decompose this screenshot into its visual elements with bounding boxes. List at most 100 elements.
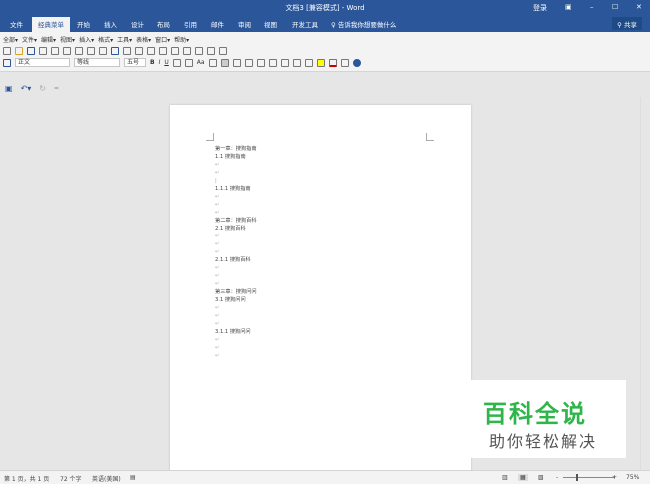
char-shading-icon[interactable]: [184, 58, 193, 67]
paragraph-mark[interactable]: ↵: [215, 240, 219, 248]
zoom-in-button[interactable]: +: [612, 474, 617, 481]
paragraph-mark[interactable]: ↵: [215, 201, 219, 209]
line-spacing-icon[interactable]: [256, 58, 265, 67]
shapes-icon[interactable]: [207, 46, 215, 55]
zoom-icon[interactable]: [183, 46, 191, 55]
document-line[interactable]: 1.1.1 搜狗指南: [215, 185, 251, 193]
save-icon[interactable]: [27, 46, 35, 55]
spelling-icon[interactable]: [63, 46, 71, 55]
paragraph-mark[interactable]: ↵: [215, 248, 219, 256]
tab-file[interactable]: 文件: [10, 19, 23, 29]
cut-icon[interactable]: [75, 46, 83, 55]
document-line[interactable]: 2.1 搜狗百科: [215, 225, 246, 233]
tab-review[interactable]: 审阅: [238, 19, 251, 29]
align-center-icon[interactable]: [220, 58, 229, 67]
document-page[interactable]: 第一章：搜狗指南 1.1 搜狗指南 ↵ ↵ | 1.1.1 搜狗指南 ↵ ↵ ↵ 第二章：搜狗百科…: [170, 105, 471, 471]
vertical-scrollbar[interactable]: [640, 97, 650, 470]
menu-all[interactable]: 全部▾: [3, 35, 18, 44]
menu-view[interactable]: 视图▾: [60, 35, 75, 44]
underline-button[interactable]: U: [164, 59, 168, 66]
menu-tools[interactable]: 工具▾: [117, 35, 132, 44]
paragraph-mark[interactable]: ↵: [215, 336, 219, 344]
menu-edit[interactable]: 编辑▾: [41, 35, 56, 44]
styles-icon[interactable]: [3, 58, 11, 67]
new-icon[interactable]: [3, 46, 11, 55]
tab-home[interactable]: 开始: [77, 19, 90, 29]
ribbon-options-icon[interactable]: ▣: [565, 3, 572, 11]
paragraph-mark[interactable]: ↵: [215, 320, 219, 328]
undo-icon[interactable]: [111, 46, 119, 55]
char-border-icon[interactable]: [172, 58, 181, 67]
customize-qat-icon[interactable]: =: [54, 85, 59, 92]
textbox-icon[interactable]: [219, 46, 227, 55]
read-mode-icon[interactable]: ▥: [502, 474, 508, 481]
align-left-icon[interactable]: [208, 58, 217, 67]
menu-help[interactable]: 帮助▾: [174, 35, 189, 44]
tab-view[interactable]: 视图: [264, 19, 277, 29]
tab-mailings[interactable]: 邮件: [211, 19, 224, 29]
text-effects-icon[interactable]: [340, 58, 349, 67]
zoom-slider-thumb[interactable]: [576, 474, 578, 481]
close-button[interactable]: ✕: [636, 3, 642, 11]
style-select[interactable]: 正文: [15, 58, 70, 67]
paragraph-mark[interactable]: ↵: [215, 272, 219, 280]
document-line[interactable]: 3.1 搜狗问问: [215, 296, 246, 304]
share-button[interactable]: ⚲ 共享: [612, 17, 642, 30]
decrease-indent-icon[interactable]: [292, 58, 301, 67]
language[interactable]: 英语(美国): [92, 474, 121, 483]
zoom-slider[interactable]: [563, 477, 615, 478]
comment-icon[interactable]: [195, 46, 203, 55]
login-button[interactable]: 登录: [533, 3, 547, 13]
document-line[interactable]: 1.1 搜狗指南: [215, 153, 246, 161]
bullets-icon[interactable]: [280, 58, 289, 67]
tab-developer[interactable]: 开发工具: [292, 19, 318, 29]
bold-button[interactable]: B: [150, 59, 155, 66]
web-layout-icon[interactable]: ▧: [538, 474, 544, 481]
save-icon[interactable]: ▣: [5, 84, 13, 93]
tab-classic-menu[interactable]: 经典菜单: [32, 17, 70, 32]
font-size-select[interactable]: 五号: [124, 58, 146, 67]
redo-icon[interactable]: ↻: [39, 84, 46, 93]
page-count[interactable]: 第 1 页，共 1 页: [4, 474, 49, 483]
print-preview-icon[interactable]: [51, 46, 59, 55]
paragraph-mark[interactable]: ↵: [215, 193, 219, 201]
paragraph-mark[interactable]: ↵: [215, 169, 219, 177]
paragraph-mark[interactable]: ↵: [215, 209, 219, 217]
text-cursor[interactable]: |: [215, 177, 217, 185]
word-count[interactable]: 72 个字: [60, 474, 82, 483]
paragraph-mark[interactable]: ↵: [215, 264, 219, 272]
document-line[interactable]: 2.1.1 搜狗百科: [215, 256, 251, 264]
tab-insert[interactable]: 插入: [104, 19, 117, 29]
highlight-icon[interactable]: [316, 58, 325, 67]
print-icon[interactable]: [39, 46, 47, 55]
change-case-button[interactable]: Aa: [197, 59, 205, 66]
font-select[interactable]: 等线: [74, 58, 120, 67]
menu-file[interactable]: 文件▾: [22, 35, 37, 44]
zoom-out-button[interactable]: -: [556, 474, 558, 481]
help-icon[interactable]: [352, 58, 361, 67]
paragraph-mark[interactable]: ↵: [215, 352, 219, 360]
menu-window[interactable]: 窗口▾: [155, 35, 170, 44]
document-line[interactable]: 3.1.1 搜狗问问: [215, 328, 251, 336]
minimize-button[interactable]: –: [590, 3, 594, 11]
paragraph-mark[interactable]: ↵: [215, 304, 219, 312]
columns-icon[interactable]: [159, 46, 167, 55]
increase-indent-icon[interactable]: [304, 58, 313, 67]
paragraph-mark[interactable]: ↵: [215, 344, 219, 352]
open-icon[interactable]: [15, 46, 23, 55]
menu-insert[interactable]: 插入▾: [79, 35, 94, 44]
table-icon[interactable]: [147, 46, 155, 55]
menu-table[interactable]: 表格▾: [136, 35, 151, 44]
align-right-icon[interactable]: [232, 58, 241, 67]
document-line[interactable]: 第一章：搜狗指南: [215, 145, 257, 153]
paragraph-mark[interactable]: ↵: [215, 280, 219, 288]
macro-icon[interactable]: ▤: [130, 474, 136, 481]
print-layout-icon[interactable]: ▦: [518, 474, 528, 481]
tab-references[interactable]: 引用: [184, 19, 197, 29]
undo-icon[interactable]: ↶▾: [21, 84, 32, 93]
redo-icon[interactable]: [123, 46, 131, 55]
italic-button[interactable]: I: [159, 59, 161, 66]
zoom-level[interactable]: 75%: [626, 474, 639, 481]
hyperlink-icon[interactable]: [135, 46, 143, 55]
document-line[interactable]: 第二章：搜狗百科: [215, 217, 257, 225]
